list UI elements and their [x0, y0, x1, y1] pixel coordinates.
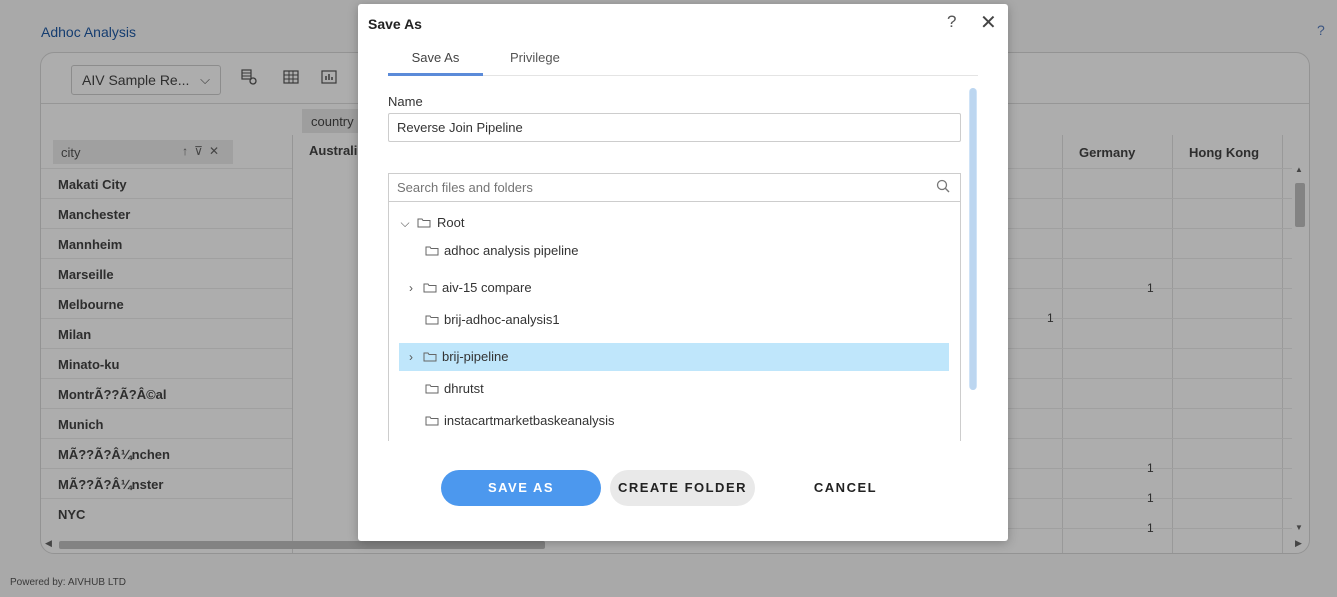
folder-icon — [425, 246, 439, 256]
name-field[interactable] — [388, 113, 961, 142]
dialog-tabs: Save As Privilege — [388, 44, 978, 76]
tab-save-as[interactable]: Save As — [388, 44, 483, 76]
help-icon[interactable]: ? — [947, 12, 956, 32]
tree-item-label: instacartmarketbaskeanalysis — [444, 413, 615, 428]
folder-icon — [423, 352, 437, 362]
tree-item-folder[interactable]: brij-adhoc-analysis1 — [399, 306, 949, 334]
tab-privilege[interactable]: Privilege — [510, 50, 560, 65]
tree-item-label: brij-adhoc-analysis1 — [444, 312, 560, 327]
name-label: Name — [388, 94, 423, 109]
tree-item-root[interactable]: ⌵ Root — [399, 209, 949, 237]
create-folder-button[interactable]: CREATE FOLDER — [610, 470, 755, 506]
chevron-right-icon[interactable]: › — [405, 274, 417, 302]
folder-icon — [425, 416, 439, 426]
chevron-right-icon[interactable]: › — [405, 343, 417, 371]
folder-icon — [425, 384, 439, 394]
search-input[interactable] — [389, 174, 960, 202]
search-icon[interactable] — [936, 179, 950, 193]
save-as-dialog: Save As ? ✕ Save As Privilege Name ⌵ Roo… — [358, 4, 1008, 541]
tree-item-folder[interactable]: › aiv-15 compare — [399, 274, 949, 302]
tree-item-label: aiv-15 compare — [442, 280, 532, 295]
tree-item-label: dhrutst — [444, 381, 484, 396]
cancel-button[interactable]: CANCEL — [768, 470, 923, 506]
tree-item-folder-selected[interactable]: › brij-pipeline — [399, 343, 949, 371]
chevron-down-icon[interactable]: ⌵ — [399, 209, 411, 237]
scroll-thumb[interactable] — [970, 88, 976, 390]
save-as-button[interactable]: SAVE AS — [441, 470, 601, 506]
folder-tree: ⌵ Root adhoc analysis pipeline › aiv-15 … — [388, 173, 961, 441]
folder-icon — [423, 283, 437, 293]
tree-item-folder[interactable]: dhrutst — [399, 375, 949, 403]
dialog-title: Save As — [368, 16, 422, 32]
tree-item-label: brij-pipeline — [442, 349, 509, 364]
tree-item-label: adhoc analysis pipeline — [444, 243, 579, 258]
tree-item-label: Root — [437, 215, 465, 230]
tree-item-folder[interactable]: instacartmarketbaskeanalysis — [399, 407, 949, 435]
tree-item-folder[interactable]: adhoc analysis pipeline — [399, 237, 949, 265]
folder-icon — [425, 315, 439, 325]
close-icon[interactable]: ✕ — [980, 10, 997, 35]
dialog-scrollbar[interactable] — [969, 88, 977, 390]
folder-icon — [417, 218, 431, 228]
